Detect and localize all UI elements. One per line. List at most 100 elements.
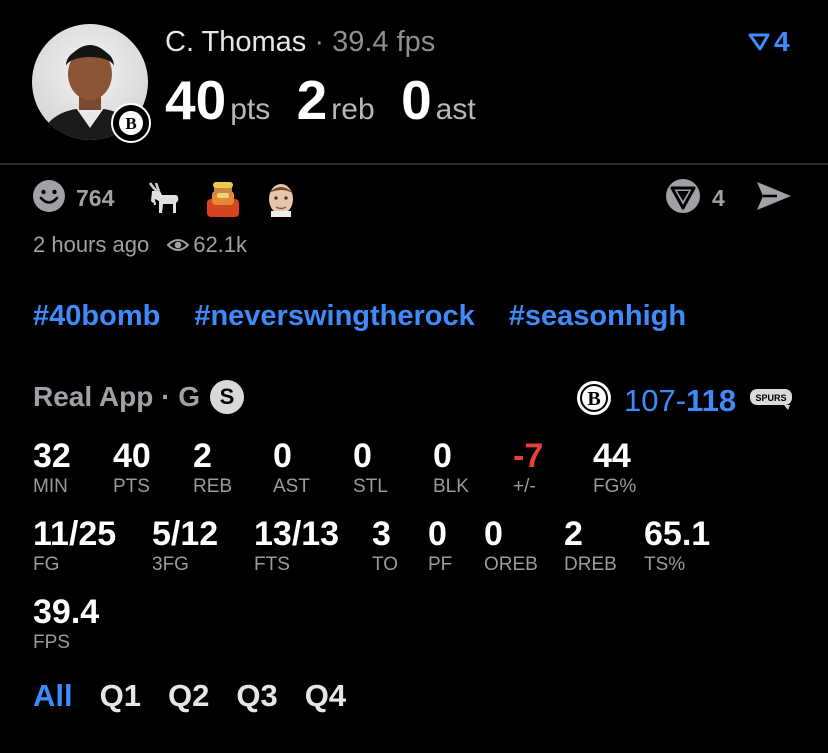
stat-label: FTS bbox=[254, 554, 290, 575]
smiley-reaction-icon[interactable] bbox=[32, 179, 66, 218]
filter-button[interactable]: 4 bbox=[748, 26, 790, 58]
stat-value: 39.4 bbox=[33, 593, 100, 631]
stat-label: TO bbox=[372, 554, 399, 575]
stat-to: 3 TO bbox=[372, 516, 398, 576]
stat-fps: 39.4 FPS bbox=[33, 594, 99, 654]
stat-label: FPS bbox=[33, 632, 70, 653]
stat-ast: 0 AST bbox=[273, 438, 310, 498]
stat-blk: 0 BLK bbox=[433, 438, 469, 498]
stat-label: AST bbox=[273, 476, 310, 497]
hashtag-seasonhigh[interactable]: #seasonhigh bbox=[509, 300, 686, 333]
stat-label: PTS bbox=[113, 476, 150, 497]
stat-plus-minus: -7 +/- bbox=[513, 438, 543, 498]
stat-value: 65.1 bbox=[644, 515, 711, 553]
filter-count: 4 bbox=[774, 26, 790, 57]
home-score: 107 bbox=[624, 382, 676, 418]
source-label: Real App · G bbox=[33, 381, 200, 412]
eye-icon bbox=[167, 239, 190, 251]
post-meta: 2 hours ago 62.1k bbox=[33, 232, 247, 258]
stat-pf: 0 PF bbox=[428, 516, 452, 576]
stat-fg: 11/25 FG bbox=[33, 516, 116, 576]
stat-stl: 0 STL bbox=[353, 438, 388, 498]
reaction-count[interactable]: 764 bbox=[76, 185, 114, 212]
stat-value: 11/25 bbox=[33, 515, 117, 553]
stat-label: OREB bbox=[484, 554, 538, 575]
ast-value: 0 bbox=[401, 69, 432, 131]
stat-value: 0 bbox=[428, 515, 447, 553]
pts-unit: pts bbox=[230, 93, 271, 126]
headline-statline: 40 pts 2 reb 0 ast bbox=[165, 68, 498, 132]
view-count-value: 62.1k bbox=[193, 232, 248, 257]
quarter-tabs: All Q1 Q2 Q3 Q4 bbox=[33, 678, 346, 714]
view-count: 62.1k bbox=[167, 232, 247, 258]
post-time: 2 hours ago bbox=[33, 232, 150, 257]
stat-value: 2 bbox=[564, 515, 583, 553]
stat-label: TS% bbox=[644, 554, 686, 575]
final-score: 107-118 bbox=[624, 383, 736, 419]
stat-value: 0 bbox=[484, 515, 503, 553]
comment-count[interactable]: 4 bbox=[712, 185, 725, 212]
reactions-row: 764 bbox=[32, 178, 320, 218]
hulk-hogan-emoji[interactable] bbox=[204, 179, 242, 217]
stat-fg-pct: 44 FG% bbox=[593, 438, 636, 498]
title-separator: · bbox=[306, 26, 333, 58]
header-divider bbox=[0, 163, 828, 165]
reb-value: 2 bbox=[296, 69, 328, 131]
stat-label: MIN bbox=[33, 476, 68, 497]
stat-label: REB bbox=[193, 476, 233, 497]
player-title: C. Thomas · 39.4 fps bbox=[165, 26, 435, 59]
tab-q1[interactable]: Q1 bbox=[100, 678, 141, 714]
away-score: 118 bbox=[686, 382, 737, 418]
stat-label: PF bbox=[428, 554, 453, 575]
stat-label: DREB bbox=[564, 554, 617, 575]
spurs-logo-icon: SPURS bbox=[748, 385, 794, 416]
stat-min: 32 MIN bbox=[33, 438, 71, 498]
hashtag-40bomb[interactable]: #40bomb bbox=[33, 300, 160, 333]
game-source: Real App · G S bbox=[33, 380, 244, 414]
stat-ts-pct: 65.1 TS% bbox=[644, 516, 710, 576]
svg-text:SPURS: SPURS bbox=[756, 393, 787, 403]
stat-label: STL bbox=[353, 476, 388, 497]
tab-q2[interactable]: Q2 bbox=[168, 678, 209, 714]
stat-label: +/- bbox=[513, 476, 536, 497]
stat-value: 0 bbox=[353, 437, 372, 475]
stat-oreb: 0 OREB bbox=[484, 516, 538, 576]
stat-value: 0 bbox=[433, 437, 452, 475]
tab-q4[interactable]: Q4 bbox=[305, 678, 346, 714]
ast-unit: ast bbox=[435, 93, 476, 126]
stat-label: FG% bbox=[593, 476, 637, 497]
stat-pts: 40 PTS bbox=[113, 438, 151, 498]
stat-label: FG bbox=[33, 554, 60, 575]
stat-reb: 2 REB bbox=[193, 438, 232, 498]
reb-unit: reb bbox=[331, 93, 375, 126]
stat-value: 3 bbox=[372, 515, 391, 553]
comment-icon[interactable] bbox=[664, 177, 702, 220]
stat-label: BLK bbox=[433, 476, 469, 497]
tab-q3[interactable]: Q3 bbox=[236, 678, 277, 714]
filter-icon bbox=[748, 33, 770, 51]
stat-dreb: 2 DREB bbox=[564, 516, 617, 576]
nets-logo-icon: B bbox=[111, 103, 151, 143]
nets-logo-icon: B bbox=[576, 380, 612, 421]
player-name[interactable]: C. Thomas bbox=[165, 26, 306, 58]
hashtag-neverswingtherock[interactable]: #neverswingtherock bbox=[194, 300, 474, 333]
tab-all[interactable]: All bbox=[33, 678, 73, 714]
stat-value: -7 bbox=[513, 437, 544, 475]
hashtag-list: #40bomb #neverswingtherock #seasonhigh bbox=[33, 300, 686, 333]
stat-fts: 13/13 FTS bbox=[254, 516, 339, 576]
stat-value: 0 bbox=[273, 437, 292, 475]
stat-value: 32 bbox=[33, 437, 71, 475]
stat-value: 40 bbox=[113, 437, 151, 475]
game-score[interactable]: B 107-118 SPURS bbox=[576, 380, 794, 421]
post-actions: 4 bbox=[664, 178, 793, 218]
stat-value: 13/13 bbox=[254, 515, 340, 553]
stat-label: 3FG bbox=[152, 554, 189, 575]
jokic-emoji[interactable] bbox=[264, 179, 298, 217]
stat-value: 5/12 bbox=[152, 515, 219, 553]
svg-text:B: B bbox=[587, 388, 600, 410]
fps-label: 39.4 fps bbox=[332, 26, 436, 58]
goat-icon[interactable] bbox=[144, 179, 182, 217]
stat-value: 2 bbox=[193, 437, 212, 475]
share-icon[interactable] bbox=[755, 179, 793, 218]
score-dash: - bbox=[675, 382, 687, 418]
